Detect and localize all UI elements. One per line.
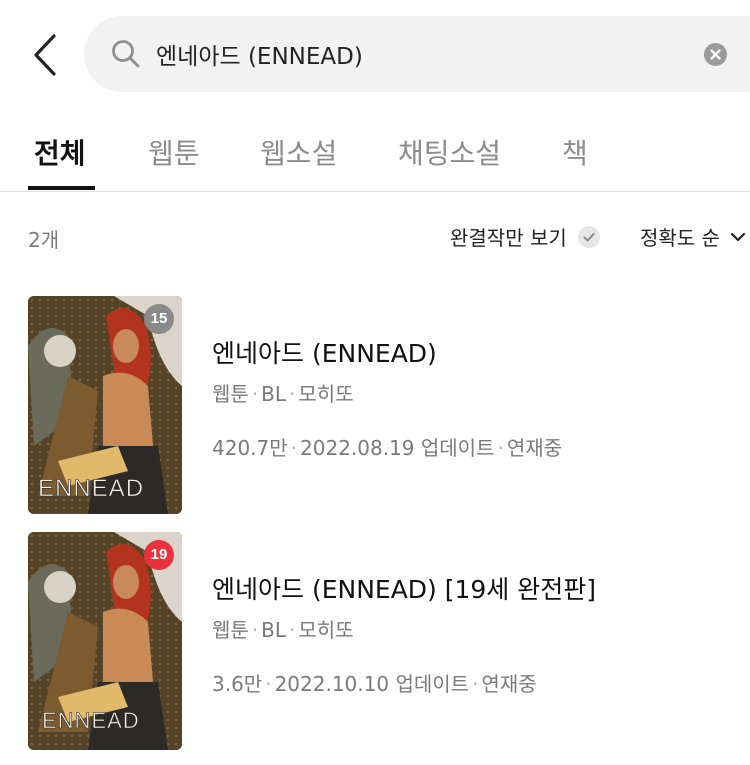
result-item[interactable]: ENNEAD 15 엔네아드 (ENNEAD) 웹툰 · BL · 모히또 420.7만… [0, 296, 750, 516]
result-author: 모히또 [298, 382, 354, 406]
search-icon [112, 40, 140, 68]
close-icon [710, 49, 721, 60]
result-title: 엔네아드 (ENNEAD) [212, 339, 437, 368]
tab-book[interactable]: 책 [562, 132, 588, 172]
search-bar[interactable] [84, 16, 750, 92]
result-count: 2개 [28, 228, 60, 252]
tab-webtoon[interactable]: 웹툰 [148, 132, 200, 172]
back-button[interactable] [26, 30, 66, 80]
cover-title-text: ENNEAD [42, 708, 140, 733]
result-type: 웹툰 [212, 382, 249, 406]
result-stats: 3.6만 · 2022.10.10 업데이트 · 연재중 [212, 672, 537, 696]
cover-thumbnail: ENNEAD 15 [28, 296, 182, 514]
age-rating-badge: 19 [144, 540, 174, 570]
clear-search-button[interactable] [704, 43, 727, 66]
result-status: 연재중 [506, 436, 563, 460]
sort-label: 정확도 순 [640, 226, 720, 250]
result-meta: 웹툰 · BL · 모히또 [212, 382, 354, 406]
result-updated: 2022.10.10 업데이트 [274, 672, 470, 696]
chevron-down-icon [730, 232, 746, 241]
result-views: 3.6만 [212, 672, 263, 696]
result-meta: 웹툰 · BL · 모히또 [212, 618, 354, 642]
search-results-page: 전체 웹툰 웹소설 채팅소설 책 2개 완결작만 보기 정확도 순 [0, 0, 750, 765]
chevron-left-icon [34, 34, 56, 76]
category-tabs: 전체 웹툰 웹소설 채팅소설 책 [0, 110, 750, 192]
result-genre: BL [261, 382, 287, 406]
complete-only-label: 완결작만 보기 [450, 226, 567, 250]
result-updated: 2022.08.19 업데이트 [300, 436, 495, 460]
check-icon [577, 225, 600, 248]
tab-webnovel[interactable]: 웹소설 [260, 132, 337, 172]
header [0, 0, 750, 110]
active-tab-indicator [28, 186, 95, 190]
complete-only-toggle[interactable]: 완결작만 보기 [450, 222, 600, 250]
result-views: 420.7만 [212, 436, 288, 460]
cover-title-text: ENNEAD [38, 475, 144, 502]
result-stats: 420.7만 · 2022.08.19 업데이트 · 연재중 [212, 436, 563, 460]
result-title: 엔네아드 (ENNEAD) [19세 완전판] [212, 575, 597, 604]
result-status: 연재중 [481, 672, 537, 696]
sort-dropdown[interactable]: 정확도 순 [640, 222, 747, 251]
age-rating-badge: 15 [144, 304, 174, 334]
result-item[interactable]: ENNEAD 19 엔네아드 (ENNEAD) [19세 완전판] 웹툰 · BL ·… [0, 532, 750, 752]
result-type: 웹툰 [212, 618, 249, 642]
cover-thumbnail: ENNEAD 19 [28, 532, 182, 750]
search-input[interactable] [156, 34, 696, 74]
tab-all[interactable]: 전체 [34, 132, 86, 172]
result-genre: BL [261, 618, 287, 642]
result-author: 모히또 [298, 618, 354, 642]
tab-chat-novel[interactable]: 채팅소설 [398, 132, 501, 172]
